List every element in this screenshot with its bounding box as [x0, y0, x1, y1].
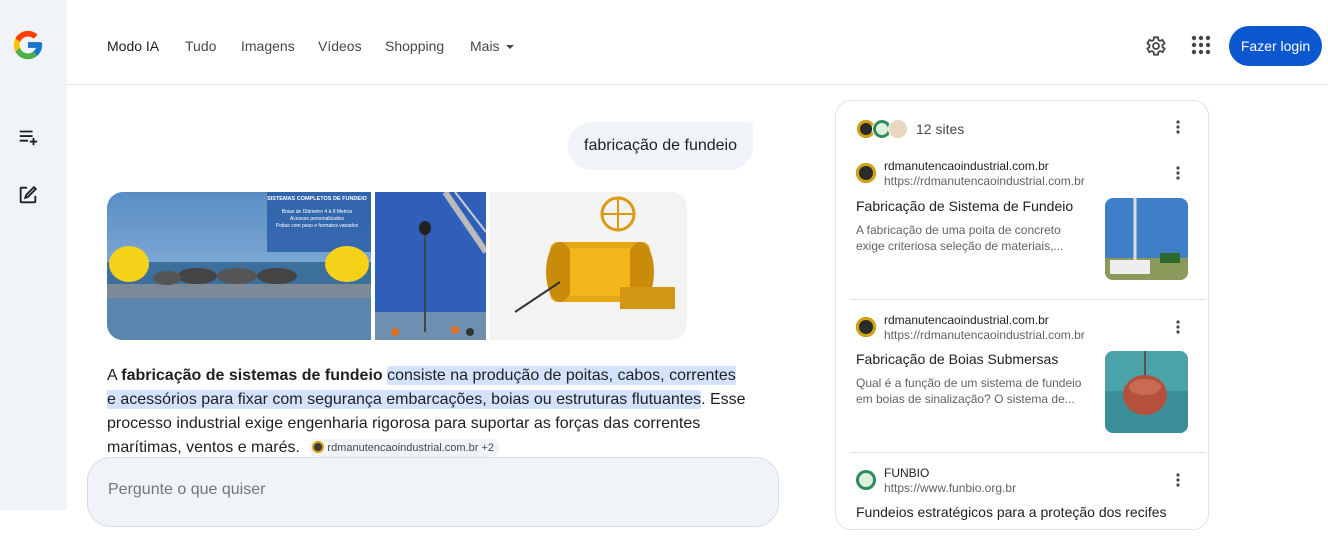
divider [850, 299, 1206, 300]
site-favicon-icon [888, 119, 908, 139]
rd-favicon-icon [856, 317, 876, 337]
top-bar: Modo IA Tudo Imagens Vídeos Shopping Mai… [67, 0, 1328, 85]
tab-mais-label: Mais [470, 38, 500, 54]
image-gallery: SISTEMAS COMPLETOS DE FUNDEIO Boias de D… [107, 192, 687, 340]
source-chip[interactable]: rdmanutencaoindustrial.com.br +2 [308, 439, 501, 457]
tab-tudo[interactable]: Tudo [185, 38, 216, 54]
rd-favicon-icon [856, 163, 876, 183]
source-url: https://rdmanutencaoindustrial.com.br [884, 174, 1085, 188]
favicon-stack [856, 118, 912, 140]
chevron-down-icon [505, 45, 514, 50]
image-buoys[interactable]: SISTEMAS COMPLETOS DE FUNDEIO Boias de D… [107, 192, 371, 340]
google-logo[interactable] [11, 28, 45, 62]
source-domain: rdmanutencaoindustrial.com.br [884, 313, 1049, 327]
source-url: https://www.funbio.org.br [884, 481, 1017, 495]
source-title[interactable]: Fabricação de Sistema de Fundeio [856, 198, 1073, 214]
source-domain: rdmanutencaoindustrial.com.br [884, 159, 1049, 173]
image-winch[interactable] [490, 192, 687, 340]
ask-box [87, 457, 779, 527]
source-card[interactable]: FUNBIO https://www.funbio.org.br Fundeio… [856, 466, 1202, 536]
tab-mais[interactable]: Mais [470, 38, 514, 54]
more-vert-icon[interactable] [1170, 319, 1186, 335]
login-button[interactable]: Fazer login [1229, 26, 1322, 66]
banner-line: Boias de Diâmetro 4 à 8 Metros [281, 209, 353, 215]
banner-line: Acessos personalizados [290, 216, 344, 222]
edit-icon[interactable] [17, 184, 39, 206]
source-card[interactable]: rdmanutencaoindustrial.com.br https://rd… [856, 159, 1202, 289]
more-vert-icon[interactable] [1170, 472, 1186, 488]
ai-answer-paragraph: A fabricação de sistemas de fundeio cons… [107, 364, 747, 460]
source-thumbnail[interactable] [1105, 351, 1188, 433]
user-query-bubble: fabricação de fundeio [568, 122, 753, 170]
source-chip-label: rdmanutencaoindustrial.com.br [327, 442, 479, 454]
banner-line: Poitas com peso e formatos variados [275, 223, 359, 229]
new-thread-icon[interactable] [17, 126, 39, 148]
tab-imagens[interactable]: Imagens [241, 38, 295, 54]
source-title[interactable]: Fabricação de Boias Submersas [856, 351, 1058, 367]
funbio-favicon-icon [856, 470, 876, 490]
source-url: https://rdmanutencaoindustrial.com.br [884, 328, 1085, 342]
answer-text: A [107, 367, 122, 384]
source-thumbnail[interactable] [1105, 198, 1188, 280]
divider [850, 452, 1206, 453]
tab-videos[interactable]: Vídeos [318, 38, 362, 54]
source-snippet: A fabricação de uma poita de concreto ex… [856, 223, 1064, 253]
more-vert-icon[interactable] [1170, 119, 1186, 135]
source-snippet: Qual é a função de um sistema de fundeio… [856, 376, 1082, 406]
source-favicon-icon [312, 441, 325, 453]
more-vert-icon[interactable] [1170, 165, 1186, 181]
sites-count[interactable]: 12 sites [916, 121, 964, 137]
settings-gear-icon[interactable] [1143, 34, 1167, 58]
image-banner-text: SISTEMAS COMPLETOS DE FUNDEIO Boias de D… [267, 196, 367, 230]
source-card[interactable]: rdmanutencaoindustrial.com.br https://rd… [856, 313, 1202, 443]
tab-shopping[interactable]: Shopping [385, 38, 444, 54]
sources-panel: 12 sites rdmanutencaoindustrial.com.br h… [835, 100, 1209, 530]
tab-modo-ia[interactable]: Modo IA [107, 38, 159, 54]
source-domain: FUNBIO [884, 466, 930, 480]
source-title[interactable]: Fundeios estratégicos para a proteção do… [856, 504, 1167, 520]
answer-bold-text: fabricação de sistemas de fundeio [121, 367, 383, 384]
image-crane[interactable] [375, 192, 486, 340]
apps-grid-icon[interactable] [1190, 34, 1212, 56]
ask-input[interactable] [108, 478, 708, 502]
banner-title: SISTEMAS COMPLETOS DE FUNDEIO [267, 196, 367, 202]
left-rail [0, 0, 67, 510]
source-chip-extra: +2 [481, 442, 495, 454]
